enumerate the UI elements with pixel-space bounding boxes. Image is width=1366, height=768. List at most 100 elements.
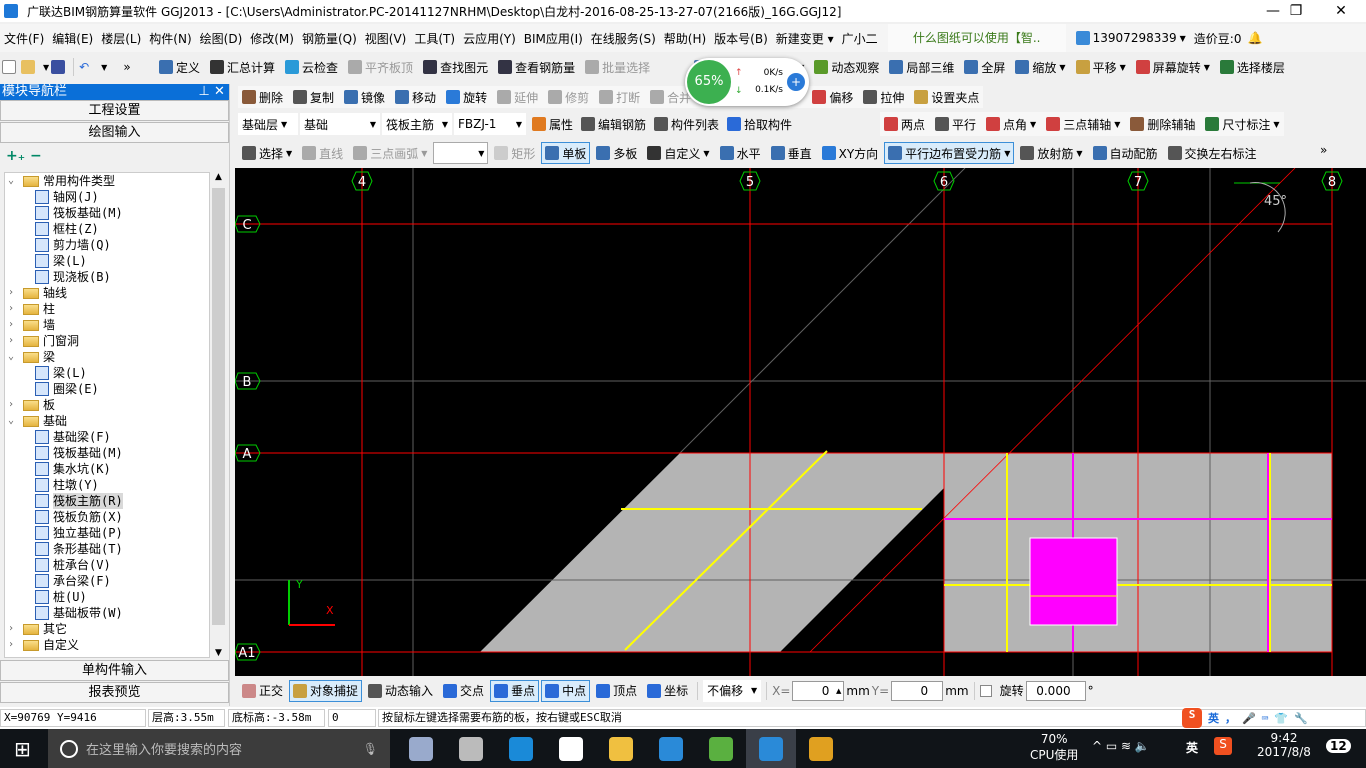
tool-snap_toolbar-3[interactable]: 交点	[439, 680, 488, 702]
accelerate-icon[interactable]: +	[787, 73, 805, 91]
menu-item[interactable]: 修改(M)	[246, 30, 298, 47]
menu-item[interactable]: 在线服务(S)	[587, 30, 660, 47]
taskbar-app-icon[interactable]	[696, 729, 746, 768]
menu-item[interactable]: 编辑(E)	[48, 30, 97, 47]
tool-snap_toolbar-1[interactable]: 对象捕捉	[289, 679, 363, 702]
chevron-down-icon[interactable]: ▼	[1030, 120, 1036, 129]
tool-snap_toolbar-7[interactable]: 坐标	[643, 680, 692, 702]
bell-icon[interactable]: 🔔	[1247, 31, 1262, 45]
pin-close-icons[interactable]: ⊥ ✕	[199, 84, 229, 100]
tool-edit_toolbar-3[interactable]: 移动	[391, 86, 440, 108]
network-speed-widget[interactable]: 65% ↑ ↓ 0K/s 0.1K/s +	[685, 58, 809, 106]
maximize-button[interactable]: ❐	[1273, 0, 1319, 22]
tree-folder[interactable]: › 门窗洞	[5, 333, 209, 349]
tool-axis_toolbar-1[interactable]: 平行	[931, 113, 980, 135]
tool-axis_toolbar-5[interactable]: 尺寸标注 ▼	[1201, 113, 1283, 135]
tool-axis_toolbar-2[interactable]: 点角 ▼	[982, 113, 1040, 135]
tool-axis_toolbar-0[interactable]: 两点	[880, 113, 929, 135]
tree-item[interactable]: 桩承台(V)	[5, 557, 209, 573]
tool-snap_toolbar-5[interactable]: 中点	[541, 679, 591, 702]
tree-item[interactable]: 梁(L)	[5, 365, 209, 381]
undo-icon[interactable]: ↶	[79, 60, 93, 74]
tool-draw_toolbar-6[interactable]: 多板	[592, 142, 641, 164]
chevron-down-icon[interactable]: ⌄	[5, 413, 17, 429]
menu-item[interactable]: 绘图(D)	[196, 30, 247, 47]
tool-prop_toolbar-2[interactable]: 构件列表	[650, 113, 723, 135]
tray-ime[interactable]: 英	[1186, 739, 1198, 756]
tree-folder[interactable]: ⌄ 基础	[5, 413, 209, 429]
tree-item[interactable]: 框柱(Z)	[5, 221, 209, 237]
tool-draw_toolbar-3[interactable]: ▼	[433, 142, 489, 164]
menu-item[interactable]: 帮助(H)	[660, 30, 710, 47]
tool-draw_toolbar-7[interactable]: 自定义 ▼	[643, 142, 713, 164]
tool-prop_toolbar-0[interactable]: 属性	[528, 113, 577, 135]
tool-draw_toolbar-2[interactable]: 三点画弧 ▼	[349, 142, 431, 164]
tool-edit_toolbar-6[interactable]: 修剪	[544, 86, 593, 108]
tree-item[interactable]: 筏板主筋(R)	[5, 493, 209, 509]
tool-edit_toolbar-2[interactable]: 镜像	[340, 86, 389, 108]
report-preview-button[interactable]: 报表预览	[0, 682, 229, 703]
tree-item[interactable]: 圈梁(E)	[5, 381, 209, 397]
tree-item[interactable]: 筏板基础(M)	[5, 445, 209, 461]
rotate-checkbox[interactable]	[979, 684, 992, 697]
tree-item[interactable]: 集水坑(K)	[5, 461, 209, 477]
tool-prop_toolbar-1[interactable]: 编辑钢筋	[577, 113, 650, 135]
chevron-down-icon[interactable]: ⌄	[5, 349, 17, 365]
tool-toolbar1r-3[interactable]: 局部三维	[885, 56, 958, 78]
chevron-right-icon[interactable]: ›	[5, 397, 17, 413]
taskbar-app-icon[interactable]	[396, 729, 446, 768]
tree-folder[interactable]: › 板	[5, 397, 209, 413]
tool-edit_toolbar-4[interactable]: 旋转	[442, 86, 491, 108]
sogou-tray-icon[interactable]: S	[1214, 737, 1232, 755]
collapse-all-icon[interactable]: −	[30, 148, 42, 164]
tool-toolbar1-6[interactable]: 批量选择	[581, 56, 654, 78]
y-offset-input[interactable]: 0	[891, 680, 944, 701]
tree-folder[interactable]: › 轴线	[5, 285, 209, 301]
tree-item[interactable]: 基础梁(F)	[5, 429, 209, 445]
menu-item[interactable]: 新建变更 ▾	[772, 30, 838, 47]
tool-draw_toolbar-1[interactable]: 直线	[298, 142, 347, 164]
tool-toolbar1r-4[interactable]: 全屏	[960, 56, 1009, 78]
tree-scrollbar[interactable]: ▲ ▼	[211, 172, 226, 658]
tool-toolbar1r-8[interactable]: 选择楼层	[1216, 56, 1289, 78]
tool-prop_toolbar-3[interactable]: 拾取构件	[723, 113, 796, 135]
chevron-right-icon[interactable]: ›	[5, 333, 17, 349]
chevron-down-icon[interactable]: ▼	[421, 149, 427, 158]
chevron-right-icon[interactable]: ›	[5, 621, 17, 637]
tool-snap_toolbar-4[interactable]: 垂点	[490, 679, 540, 702]
tool-snap_toolbar-6[interactable]: 顶点	[592, 680, 641, 702]
taskbar-app-icon[interactable]	[546, 729, 596, 768]
chevron-right-icon[interactable]: ›	[5, 301, 17, 317]
save-icon[interactable]	[51, 60, 66, 74]
tool-edit_toolbar-0[interactable]: 删除	[238, 86, 287, 108]
chevron-right-icon[interactable]: ›	[5, 637, 17, 653]
tree-item[interactable]: 桩(U)	[5, 589, 209, 605]
chevron-down-icon[interactable]: ▼	[1076, 149, 1082, 158]
tree-folder[interactable]: › 自定义	[5, 637, 209, 653]
menu-item[interactable]: 版本号(B)	[710, 30, 772, 47]
taskbar-app-icon[interactable]	[746, 729, 796, 768]
tool-toolbar1-3[interactable]: 平齐板顶	[344, 56, 417, 78]
tool-draw_toolbar-0[interactable]: 选择 ▼	[238, 142, 296, 164]
chevron-down-icon[interactable]: ⌄	[5, 173, 17, 189]
clock[interactable]: 9:42 2017/8/8	[1244, 731, 1324, 759]
x-offset-input[interactable]: 0 ▲	[792, 680, 845, 701]
tree-item[interactable]: 现浇板(B)	[5, 269, 209, 285]
tool-toolbar1r-7[interactable]: 屏幕旋转 ▼	[1132, 56, 1214, 78]
tool-edit_toolbar-13[interactable]: 设置夹点	[910, 86, 983, 108]
tree-folder[interactable]: › 其它	[5, 621, 209, 637]
tree-item[interactable]: 柱墩(Y)	[5, 477, 209, 493]
rotate-input[interactable]: 0.000	[1025, 680, 1086, 701]
tree-item[interactable]: 基础板带(W)	[5, 605, 209, 621]
ime-toolbar[interactable]: S 英 ， 🎤 ⌨ 👕 🔧	[1182, 707, 1308, 729]
tool-edit_toolbar-5[interactable]: 延伸	[493, 86, 542, 108]
menu-item[interactable]: 文件(F)	[0, 30, 48, 47]
ad-banner[interactable]: 什么图纸可以使用【智..	[887, 24, 1066, 52]
tool-toolbar1-4[interactable]: 查找图元	[419, 56, 492, 78]
tree-item[interactable]: 条形基础(T)	[5, 541, 209, 557]
tool-edit_toolbar-1[interactable]: 复制	[289, 86, 338, 108]
type-select[interactable]: 筏板主筋 ▼	[382, 113, 452, 135]
chevron-down-icon[interactable]: ▼	[703, 149, 709, 158]
category-select[interactable]: 基础 ▼	[300, 113, 380, 135]
tool-axis_toolbar-4[interactable]: 删除辅轴	[1126, 113, 1199, 135]
